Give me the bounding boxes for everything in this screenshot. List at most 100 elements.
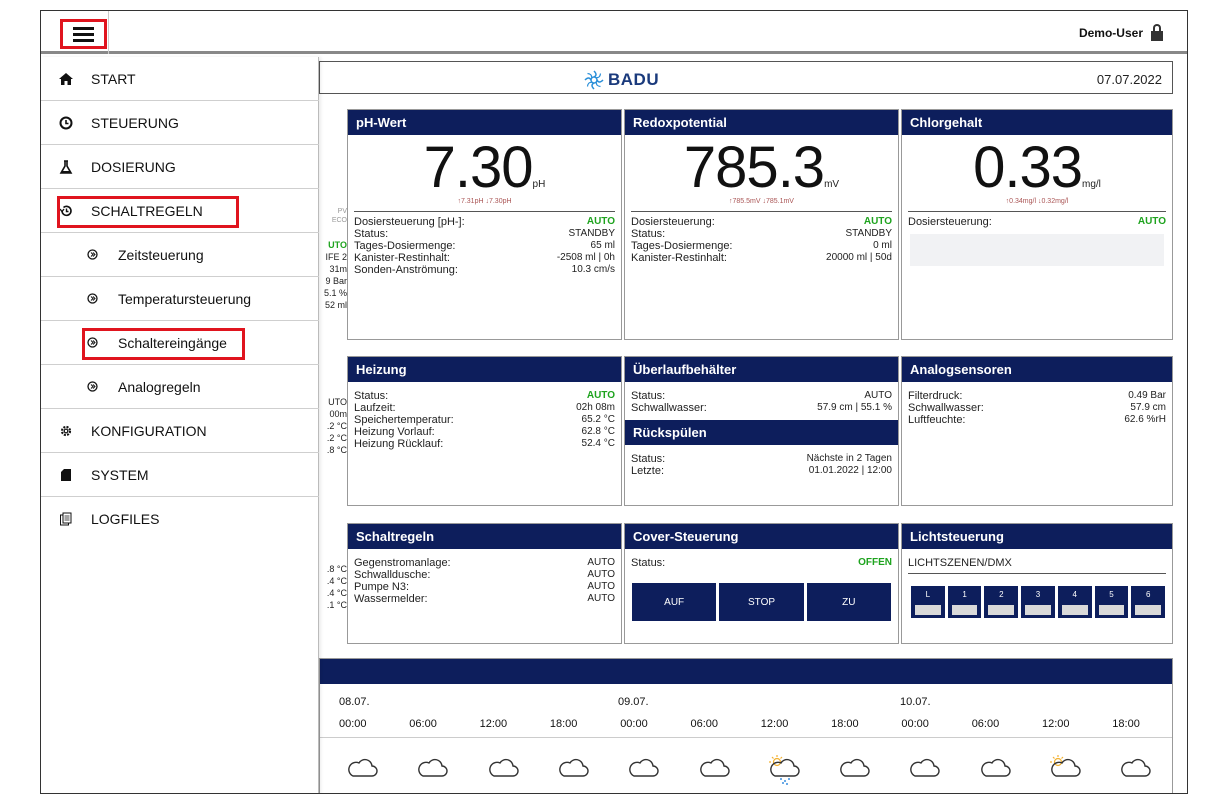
light-scene-button-3[interactable]: 3 bbox=[1021, 586, 1055, 618]
light-scene-button-l[interactable]: L bbox=[911, 586, 945, 618]
redox-unit: mV bbox=[824, 179, 840, 190]
sidebar-item-dosierung[interactable]: DOSIERUNG bbox=[41, 145, 319, 189]
user-area[interactable]: Demo-User bbox=[1079, 24, 1163, 41]
cloud-icon bbox=[415, 754, 449, 780]
licht-buttons: L 1 2 3 4 5 6 bbox=[902, 578, 1172, 618]
analog-row-schwall: Schwallwasser: 57.9 cm bbox=[908, 402, 1166, 414]
heizung-row-status: Status: AUTO bbox=[354, 390, 615, 402]
chlor-title: Chlorgehalt bbox=[902, 110, 1172, 135]
header-strip: BADU 07.07.2022 bbox=[319, 61, 1173, 94]
sidebar-label-temperatursteuerung: Temperatursteuerung bbox=[118, 290, 252, 307]
partial-column-a: UTO IFE 2 31m 9 Bar 5.1 % 52 ml bbox=[323, 240, 347, 310]
weather-day-2: 09.07. bbox=[618, 696, 649, 708]
sidebar-item-konfiguration[interactable]: KONFIGURATION bbox=[41, 409, 319, 453]
ph-row-sonden: Sonden-Anströmung: 10.3 cm/s bbox=[354, 264, 615, 276]
ueberlauf-row-status: Status: AUTO bbox=[631, 390, 892, 402]
sidebar-item-steuerung[interactable]: STEUERUNG bbox=[41, 101, 319, 145]
gear-icon bbox=[58, 423, 74, 439]
redox-value: 785.3 bbox=[683, 135, 825, 200]
chlor-big-value: 0.33mg/l ↑0.34mg/l ↓0.32mg/l bbox=[902, 135, 1172, 207]
cover-title: Cover-Steuerung bbox=[625, 524, 898, 549]
sidebar-item-logfiles[interactable]: LOGFILES bbox=[41, 497, 319, 541]
heizung-panel: Heizung Status: AUTO Laufzeit: 02h 08m Spe… bbox=[347, 356, 622, 506]
sun-cloud-rain-icon bbox=[767, 754, 801, 785]
light-scene-button-6[interactable]: 6 bbox=[1131, 586, 1166, 618]
light-scene-button-1[interactable]: 1 bbox=[947, 586, 982, 618]
chlor-unit: mg/l bbox=[1081, 179, 1101, 190]
schaltregeln-panel: Schaltregeln Gegenstromanlage: AUTO Schwa… bbox=[347, 523, 622, 644]
light-scene-button-2[interactable]: 2 bbox=[984, 586, 1019, 618]
ph-row-kanister: Kanister-Restinhalt: -2508 ml | 0h bbox=[354, 252, 615, 264]
highlight-schaltereingaenge bbox=[82, 328, 245, 360]
cover-close-button[interactable]: ZU bbox=[806, 583, 891, 621]
sidebar-label-steuerung: STEUERUNG bbox=[91, 114, 179, 131]
sidebar-item-temperatursteuerung[interactable]: Temperatursteuerung bbox=[41, 277, 319, 321]
licht-panel: Lichtsteuerung LICHTSZENEN/DMX L 1 2 3 4… bbox=[901, 523, 1173, 644]
weather-time-label: 06:00 bbox=[690, 718, 719, 730]
partial-column-c: .8 °C .4 °C .4 °C .1 °C bbox=[326, 564, 347, 610]
redox-title: Redoxpotential bbox=[625, 110, 898, 135]
weather-time-label: 00:00 bbox=[901, 718, 929, 730]
light-scene-button-5[interactable]: 5 bbox=[1094, 586, 1129, 618]
cover-open-button[interactable]: AUF bbox=[632, 583, 717, 621]
rueck-row-letzte: Letzte: 01.01.2022 | 12:00 bbox=[631, 465, 892, 477]
files-icon bbox=[58, 511, 74, 527]
sidebar-label-konfiguration: KONFIGURATION bbox=[91, 422, 207, 439]
ueberlauf-row-schwall: Schwallwasser: 57.9 cm | 55.1 % bbox=[631, 402, 892, 414]
user-name: Demo-User bbox=[1078, 25, 1143, 40]
circle-chevron-icon bbox=[84, 379, 100, 395]
sidebar-item-start[interactable]: START bbox=[41, 57, 319, 101]
sidebar-item-system[interactable]: SYSTEM bbox=[41, 453, 319, 497]
ueberlauf-title: Überlaufbehälter bbox=[625, 357, 898, 382]
ph-panel: pH-Wert 7.30pH ↑7.31pH ↓7.30pH Dosierste… bbox=[347, 109, 622, 340]
sidebar-label-zeitsteuerung: Zeitsteuerung bbox=[118, 246, 204, 263]
weather-day-1: 08.07. bbox=[339, 696, 370, 708]
ph-value: 7.30 bbox=[423, 135, 534, 200]
weather-time-label: 18:00 bbox=[831, 718, 859, 730]
schalt-row-gegenstrom: Gegenstromanlage: AUTO bbox=[354, 557, 615, 569]
ph-row-tages: Tages-Dosiermenge: 65 ml bbox=[354, 240, 615, 252]
weather-header bbox=[320, 659, 1172, 684]
ph-row-dosier: Dosiersteuerung [pH-]: AUTO bbox=[354, 216, 615, 228]
cloud-icon bbox=[978, 754, 1012, 780]
chlor-panel: Chlorgehalt 0.33mg/l ↑0.34mg/l ↓0.32mg/l… bbox=[901, 109, 1173, 340]
hamburger-menu-button[interactable] bbox=[60, 19, 107, 49]
schalt-row-wassermelder: Wassermelder: AUTO bbox=[354, 593, 615, 605]
heizung-row-speicher: Speichertemperatur: 65.2 °C bbox=[354, 414, 615, 426]
ueberlauf-panel: Überlaufbehälter Status: AUTO Schwallwass… bbox=[624, 356, 899, 506]
chlor-placeholder-box bbox=[910, 234, 1164, 266]
schalt-row-pumpe: Pumpe N3: AUTO bbox=[354, 581, 615, 593]
cloud-icon bbox=[837, 754, 871, 780]
licht-subtitle: LICHTSZENEN/DMX bbox=[908, 557, 1012, 569]
sidebar-item-zeitsteuerung[interactable]: Zeitsteuerung bbox=[41, 233, 319, 277]
licht-title: Lichtsteuerung bbox=[902, 524, 1172, 549]
redox-row-dosier: Dosiersteuerung: AUTO bbox=[631, 216, 892, 228]
analog-panel: Analogsensoren Filterdruck: 0.49 Bar Schw… bbox=[901, 356, 1173, 506]
heizung-title: Heizung bbox=[348, 357, 621, 382]
sidebar-label-system: SYSTEM bbox=[91, 466, 149, 483]
ph-row-status: Status: STANDBY bbox=[354, 228, 615, 240]
chlor-minmax: ↑0.34mg/l ↓0.32mg/l bbox=[1005, 198, 1069, 205]
circle-chevron-icon bbox=[84, 291, 100, 307]
top-bar: Demo-User bbox=[41, 11, 1187, 54]
partial-pv-eco: PV ECO bbox=[331, 208, 347, 224]
sidebar-menu: START STEUERUNG DOSIERUNG SCHALTREGELN Z… bbox=[41, 57, 319, 793]
analog-row-luft: Luftfeuchte: 62.6 %rH bbox=[908, 414, 1166, 426]
schaltregeln-title: Schaltregeln bbox=[348, 524, 621, 549]
lock-icon[interactable] bbox=[1151, 24, 1163, 41]
weather-time-label: 06:00 bbox=[971, 718, 1000, 730]
weather-time-label: 12:00 bbox=[1042, 718, 1070, 730]
sidebar-item-analogregeln[interactable]: Analogregeln bbox=[41, 365, 319, 409]
redox-row-status: Status: STANDBY bbox=[631, 228, 892, 240]
cloud-icon bbox=[345, 754, 379, 780]
rueckspuelen-title: Rückspülen bbox=[625, 420, 898, 445]
ph-unit: pH bbox=[532, 179, 546, 190]
app-frame: Demo-User BADU 07.07.2022 pH-Wert 7.30pH… bbox=[0, 0, 1231, 805]
heizung-row-vorlauf: Heizung Vorlauf: 62.8 °C bbox=[354, 426, 615, 438]
light-scene-button-4[interactable]: 4 bbox=[1057, 586, 1092, 618]
cover-stop-button[interactable]: STOP bbox=[719, 583, 804, 621]
circle-chevron-icon bbox=[84, 247, 100, 263]
brand-name: BADU bbox=[608, 70, 660, 89]
weather-time-label: 18:00 bbox=[549, 718, 578, 730]
cloud-icon bbox=[1118, 754, 1152, 780]
